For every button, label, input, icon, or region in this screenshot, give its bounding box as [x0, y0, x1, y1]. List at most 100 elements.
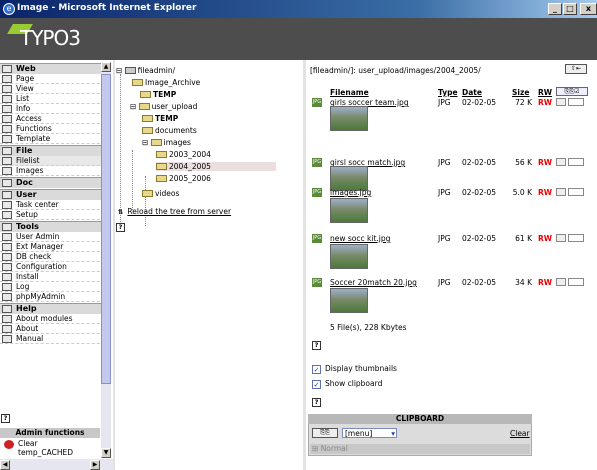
col-filename[interactable]: Filename — [330, 88, 369, 97]
scroll-up-icon[interactable]: ▲ — [101, 62, 111, 72]
display-thumbnails-option[interactable]: ✓ Display thumbnails — [312, 364, 397, 374]
menu-item-log[interactable]: Log — [0, 282, 110, 292]
col-date[interactable]: Date — [462, 88, 482, 97]
file-thumbnail[interactable] — [330, 106, 368, 131]
file-select-checkbox[interactable] — [568, 188, 584, 197]
tree-node-2[interactable]: ⊟ user_upload — [130, 102, 197, 111]
file-rw: RW — [538, 188, 553, 197]
minimize-button[interactable]: _ — [548, 3, 562, 15]
category-label: Doc — [16, 178, 33, 187]
clear-cache-link[interactable]: Clear — [18, 439, 38, 448]
file-edit-icon[interactable] — [556, 188, 566, 196]
menu-category-1[interactable]: File — [0, 145, 110, 156]
tree-node-9[interactable]: videos — [142, 189, 179, 198]
file-select-checkbox[interactable] — [568, 278, 584, 287]
file-edit-icon[interactable] — [556, 234, 566, 242]
menu-item-functions[interactable]: Functions — [0, 124, 110, 134]
module-icon — [2, 125, 12, 133]
file-rw: RW — [538, 98, 553, 107]
file-thumbnail[interactable] — [330, 288, 368, 313]
tree-root[interactable]: ⊟ fileadmin/ — [116, 66, 175, 75]
menu-item-manual[interactable]: Manual — [0, 334, 110, 344]
file-name-link[interactable]: new socc kit.jpg — [330, 234, 390, 243]
file-edit-icon[interactable] — [556, 98, 566, 106]
tree-node-7[interactable]: 2004_2005 — [156, 162, 276, 171]
file-name-link[interactable]: images.jpg — [330, 188, 371, 197]
folder-up-icon[interactable]: ⇧⇤ — [565, 64, 587, 74]
menu-item-access[interactable]: Access — [0, 114, 110, 124]
file-select-checkbox[interactable] — [568, 158, 584, 167]
menu-item-page[interactable]: Page — [0, 74, 110, 84]
file-thumbnail[interactable] — [330, 198, 368, 223]
show-clipboard-checkbox[interactable]: ✓ — [312, 380, 321, 389]
menu-item-label: Template — [16, 134, 51, 143]
menu-item-configuration[interactable]: Configuration — [0, 262, 110, 272]
refresh-icon: ⇅ — [117, 208, 124, 216]
scroll-right-icon[interactable]: ▶ — [90, 460, 100, 470]
show-clipboard-option[interactable]: ✓ Show clipboard — [312, 379, 382, 389]
close-button[interactable]: x — [580, 3, 597, 15]
menu-category-3[interactable]: User — [0, 189, 110, 200]
scroll-down-icon[interactable]: ▼ — [101, 448, 111, 458]
menu-item-task-center[interactable]: Task center — [0, 200, 110, 210]
file-thumbnail[interactable] — [330, 244, 368, 269]
menu-item-label: Functions — [16, 124, 52, 133]
file-date: 02-02-05 — [462, 234, 497, 243]
menu-category-0[interactable]: Web — [0, 63, 110, 74]
menu-item-info[interactable]: Info — [0, 104, 110, 114]
clear-cache-sub[interactable]: temp_CACHED — [18, 448, 73, 457]
menu-item-label: DB check — [16, 252, 52, 261]
file-name-link[interactable]: Soccer 20match 20.jpg — [330, 278, 417, 287]
tree-node-3[interactable]: TEMP — [142, 114, 178, 123]
left-scrollbar-thumb[interactable] — [101, 74, 111, 384]
tree-node-1[interactable]: TEMP — [140, 90, 176, 99]
clipboard-help-icon[interactable]: ? — [312, 397, 321, 407]
tree-node-5[interactable]: ⊟ images — [142, 138, 191, 147]
menu-item-list[interactable]: List — [0, 94, 110, 104]
col-type[interactable]: Type — [438, 88, 458, 97]
menu-item-phpmyadmin[interactable]: phpMyAdmin — [0, 292, 110, 302]
clipboard-menu-select[interactable]: [menu] ▾ — [342, 428, 397, 438]
menu-category-5[interactable]: Help — [0, 303, 110, 314]
tree-node-8[interactable]: 2005_2006 — [156, 174, 211, 183]
menu-item-install[interactable]: Install — [0, 272, 110, 282]
menu-category-2[interactable]: Doc — [0, 177, 110, 188]
menu-item-db-check[interactable]: DB check — [0, 252, 110, 262]
menu-item-images[interactable]: Images — [0, 166, 110, 176]
file-select-checkbox[interactable] — [568, 98, 584, 107]
display-thumbnails-checkbox[interactable]: ✓ — [312, 365, 321, 374]
menu-item-about-modules[interactable]: About modules — [0, 314, 110, 324]
col-size[interactable]: Size — [512, 88, 529, 97]
maximize-button[interactable]: □ — [563, 3, 577, 15]
reload-tree-link[interactable]: ⇅ Reload the tree from server — [116, 207, 231, 218]
copy-paste-icon[interactable]: ⎘⎘ — [312, 428, 338, 438]
col-rw[interactable]: RW — [538, 88, 552, 97]
content-help-icon[interactable]: ? — [312, 340, 321, 350]
folder-icon — [150, 139, 162, 146]
tree-node-6[interactable]: 2003_2004 — [156, 150, 211, 159]
folder-icon — [156, 175, 167, 182]
scroll-left-icon[interactable]: ◀ — [0, 460, 10, 470]
menu-item-template[interactable]: Template — [0, 134, 110, 144]
file-edit-icon[interactable] — [556, 278, 566, 286]
tree-node-4[interactable]: documents — [142, 126, 197, 135]
file-select-checkbox[interactable] — [568, 234, 584, 243]
menu-item-setup[interactable]: Setup — [0, 210, 110, 220]
clipboard-clear-link[interactable]: Clear — [510, 429, 530, 438]
file-edit-icon[interactable] — [556, 158, 566, 166]
clipboard-select-icon[interactable]: ⎘⎘☑ — [556, 87, 588, 96]
menu-item-ext-manager[interactable]: Ext Manager — [0, 242, 110, 252]
file-size: 5.0 K — [512, 188, 532, 197]
menu-item-filelist[interactable]: Filelist — [0, 156, 110, 166]
menu-item-view[interactable]: View — [0, 84, 110, 94]
menu-category-4[interactable]: Tools — [0, 221, 110, 232]
clipboard-normal-row[interactable]: ⊞ Normal — [310, 444, 530, 454]
menu-item-user-admin[interactable]: User Admin — [0, 232, 110, 242]
module-icon — [2, 135, 12, 143]
help-icon[interactable]: ? — [1, 413, 10, 423]
display-thumbnails-label: Display thumbnails — [325, 364, 397, 373]
module-icon — [2, 335, 12, 343]
menu-item-about[interactable]: About — [0, 324, 110, 334]
tree-help-icon[interactable]: ? — [116, 222, 125, 232]
tree-node-0[interactable]: Image_Archive — [132, 78, 200, 87]
